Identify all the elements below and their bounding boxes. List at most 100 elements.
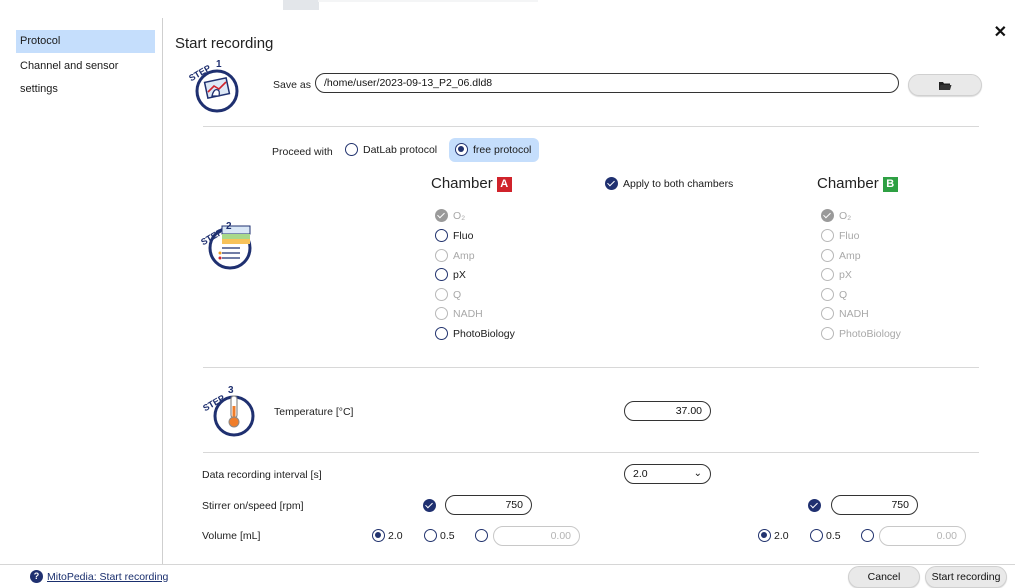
cancel-button[interactable]: Cancel (848, 566, 920, 588)
sidebar-item-label: Protocol (20, 35, 61, 47)
save-path-input[interactable]: /home/user/2023-09-13_P2_06.dld8 (315, 73, 899, 93)
chamber-b-nadh-option: NADH (821, 307, 869, 320)
sidebar: Protocol Channel and sensor settings (0, 18, 163, 564)
check-circle-icon (423, 499, 436, 512)
volume-b-custom-input[interactable]: 0.00 (879, 526, 966, 546)
volume-b-option-05[interactable]: 0.5 (810, 529, 841, 542)
temperature-value: 37.00 (675, 405, 702, 417)
radio-circle (821, 249, 834, 262)
volume-a-option-05[interactable]: 0.5 (424, 529, 455, 542)
divider (203, 126, 979, 127)
stirrer-a-input[interactable]: 750 (445, 495, 532, 515)
radio-circle (435, 229, 448, 242)
stirrer-b-value: 750 (891, 499, 909, 511)
step-1-icon: STEP 1 (187, 59, 239, 113)
chamber-b-amp-option: Amp (821, 249, 861, 262)
chamber-b-photobiology-option: PhotoBiology (821, 327, 901, 340)
chamber-a-nadh-option: NADH (435, 307, 483, 320)
radio-circle (435, 249, 448, 262)
divider (203, 452, 979, 453)
radio-circle (435, 327, 448, 340)
chamber-b-title: Chamber B (817, 175, 898, 192)
chamber-a-label: Chamber (431, 175, 493, 192)
mitopedia-help-link[interactable]: MitoPedia: Start recording (47, 571, 168, 583)
volume-b-custom-value: 0.00 (936, 530, 957, 542)
sidebar-item-label: Channel and sensor settings (20, 60, 119, 95)
stirrer-b-input[interactable]: 750 (831, 495, 918, 515)
folder-open-icon (939, 81, 952, 90)
radio-circle (435, 307, 448, 320)
radio-circle (455, 143, 468, 156)
save-path-value: /home/user/2023-09-13_P2_06.dld8 (324, 77, 493, 89)
start-recording-button[interactable]: Start recording (925, 566, 1007, 588)
temperature-label: Temperature [°C] (274, 406, 354, 418)
close-icon[interactable]: ✕ (994, 22, 1007, 42)
top-strip-shade (283, 0, 319, 10)
radio-circle (821, 288, 834, 301)
radio-circle (821, 307, 834, 320)
sidebar-item-channel-settings[interactable]: Channel and sensor settings (16, 55, 155, 95)
radio-circle (424, 529, 437, 542)
chamber-a-photobiology-option[interactable]: PhotoBiology (435, 327, 515, 340)
save-as-label: Save as (273, 79, 311, 91)
radio-free-protocol[interactable]: free protocol (455, 143, 531, 156)
help-icon: ? (30, 570, 43, 583)
chamber-b-fluo-option: Fluo (821, 229, 859, 242)
apply-both-chambers-checkbox[interactable]: Apply to both chambers (605, 177, 733, 190)
volume-b-option-custom[interactable] (861, 529, 874, 542)
step-3-icon: STEP 3 (201, 385, 255, 437)
chamber-a-px-option[interactable]: pX (435, 268, 466, 281)
svg-text:2: 2 (226, 221, 232, 232)
chamber-a-badge: A (496, 177, 512, 192)
check-circle-icon (821, 209, 834, 222)
radio-circle (821, 327, 834, 340)
radio-circle (810, 529, 823, 542)
radio-circle (435, 268, 448, 281)
stirrer-b-checkbox[interactable] (808, 499, 821, 512)
chamber-a-amp-option: Amp (435, 249, 475, 262)
window-top-strip (0, 0, 1015, 18)
top-strip-cutoff (318, 0, 538, 2)
volume-a-option-custom[interactable] (475, 529, 488, 542)
step-2-icon: STEP 2 (200, 221, 252, 270)
stirrer-a-checkbox[interactable] (423, 499, 436, 512)
chamber-a-title: Chamber A (431, 175, 512, 192)
radio-circle (372, 529, 385, 542)
radio-circle (821, 229, 834, 242)
chevron-down-icon: ⌄ (693, 468, 702, 479)
chamber-b-label: Chamber (817, 175, 879, 192)
radio-circle (435, 288, 448, 301)
proceed-with-label: Proceed with (272, 146, 333, 158)
chamber-a-o2-option: O₂ (435, 209, 465, 222)
chamber-b-q-option: Q (821, 288, 847, 301)
temperature-input[interactable]: 37.00 (624, 401, 711, 421)
interval-select[interactable]: 2.0 ⌄ (624, 464, 711, 484)
volume-a-option-2[interactable]: 2.0 (372, 529, 403, 542)
chamber-a-q-option: Q (435, 288, 461, 301)
volume-a-custom-input[interactable]: 0.00 (493, 526, 580, 546)
stirrer-a-value: 750 (505, 499, 523, 511)
radio-circle (821, 268, 834, 281)
volume-b-option-2[interactable]: 2.0 (758, 529, 789, 542)
help-link-container: ? MitoPedia: Start recording (30, 570, 168, 583)
footer-divider (0, 564, 1015, 565)
radio-circle (861, 529, 874, 542)
browse-folder-button[interactable] (908, 74, 982, 96)
volume-a-custom-value: 0.00 (550, 530, 571, 542)
chamber-b-badge: B (882, 177, 898, 192)
chamber-a-fluo-option[interactable]: Fluo (435, 229, 473, 242)
interval-value: 2.0 (633, 468, 648, 480)
svg-text:1: 1 (216, 59, 222, 70)
radio-datlab-protocol[interactable]: DatLab protocol (345, 143, 437, 156)
check-circle-icon (808, 499, 821, 512)
check-circle-icon (435, 209, 448, 222)
interval-label: Data recording interval [s] (202, 469, 322, 481)
page-title: Start recording (175, 35, 274, 52)
sidebar-item-protocol[interactable]: Protocol (16, 30, 155, 53)
chamber-b-px-option: pX (821, 268, 852, 281)
svg-text:3: 3 (228, 385, 234, 396)
volume-label: Volume [mL] (202, 530, 261, 542)
radio-circle (758, 529, 771, 542)
radio-circle (475, 529, 488, 542)
check-circle-icon (605, 177, 618, 190)
